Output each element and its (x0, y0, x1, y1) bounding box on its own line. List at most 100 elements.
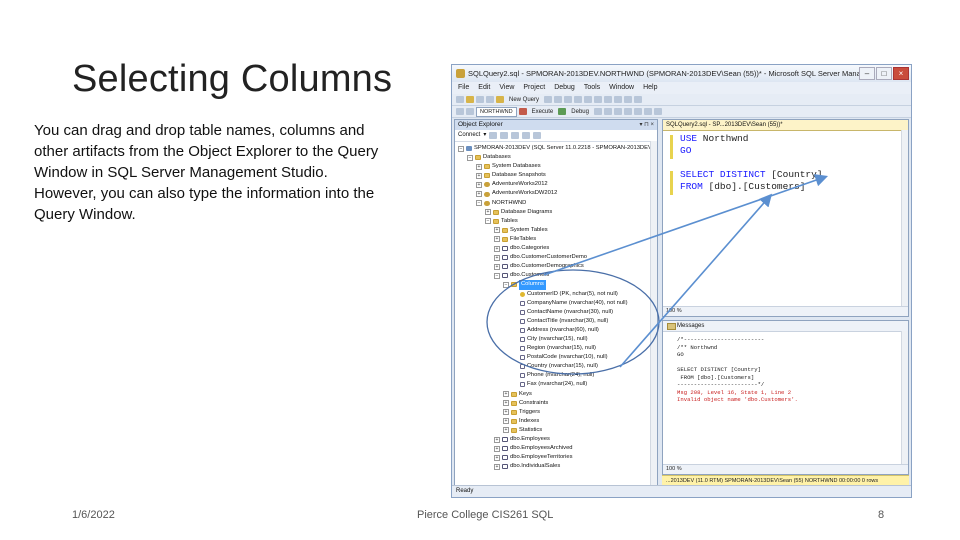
toolbar-icon-a[interactable] (594, 96, 603, 103)
tree-node[interactable]: + dbo.Categories (455, 244, 657, 253)
tree-node[interactable]: − dbo.Customers (455, 271, 657, 280)
editor-scrollbar[interactable] (901, 130, 908, 307)
collapse-icon[interactable]: − (503, 281, 509, 288)
expand-icon[interactable]: + (494, 463, 500, 470)
connect-icon[interactable] (456, 108, 464, 115)
new-project-icon[interactable] (456, 96, 464, 103)
tree-node[interactable]: + dbo.Employees (455, 435, 657, 444)
tree-node[interactable]: + Database Diagrams (455, 208, 657, 217)
tree-node[interactable]: + Statistics (455, 426, 657, 435)
expand-icon[interactable]: + (503, 391, 509, 398)
display-plan-icon[interactable] (603, 108, 612, 115)
copy-icon[interactable] (554, 96, 563, 103)
collapse-icon[interactable]: − (494, 272, 500, 279)
database-selector[interactable]: NORTHWND (476, 106, 517, 117)
chevron-down-icon[interactable]: ▾ (483, 130, 486, 141)
tree-node[interactable]: ContactName (nvarchar(30), null) (455, 308, 657, 317)
tree-node[interactable]: ContactTitle (nvarchar(30), null) (455, 317, 657, 326)
collapse-icon[interactable]: − (458, 145, 464, 152)
tree-node[interactable]: Country (nvarchar(15), null) (455, 362, 657, 371)
tree-node[interactable]: CustomerID (PK, nchar(5), not null) (455, 290, 657, 299)
messages-tab[interactable]: Messages (663, 321, 908, 332)
expand-icon[interactable]: + (476, 163, 482, 170)
tree-scrollbar[interactable] (650, 141, 657, 485)
expand-icon[interactable]: + (476, 172, 482, 179)
expand-icon[interactable]: + (494, 454, 500, 461)
expand-icon[interactable]: + (476, 181, 482, 188)
parse-icon[interactable] (593, 108, 602, 115)
minimize-button[interactable]: – (859, 67, 875, 80)
menu-item-view[interactable]: View (499, 82, 514, 94)
debug-button[interactable]: Debug (571, 109, 589, 115)
toolbar-icon-d[interactable] (624, 96, 633, 103)
tree-node[interactable]: + System Tables (455, 226, 657, 235)
execute-button[interactable]: Execute (532, 109, 554, 115)
tree-node[interactable]: + dbo.CustomerCustomerDemo (455, 253, 657, 262)
tree-node[interactable]: Address (nvarchar(60), null) (455, 326, 657, 335)
save-all-icon[interactable] (486, 96, 494, 103)
cut-icon[interactable] (544, 96, 553, 103)
collapse-icon[interactable]: − (476, 200, 482, 207)
query-tab[interactable]: SQLQuery2.sql - SP...2013DEV\Sean (55))* (663, 120, 908, 131)
redo-icon[interactable] (584, 96, 593, 103)
expand-icon[interactable]: + (494, 436, 500, 443)
menu-item-window[interactable]: Window (609, 82, 634, 94)
tree-node[interactable]: Phone (nvarchar(24), null) (455, 371, 657, 380)
toolbar-icon-b[interactable] (604, 96, 613, 103)
expand-icon[interactable]: + (494, 245, 500, 252)
connect-dropdown[interactable]: Connect (458, 130, 480, 141)
tree-node[interactable]: + dbo.IndividualSales (455, 462, 657, 471)
change-connection-icon[interactable] (466, 108, 474, 115)
menu-item-help[interactable]: Help (643, 82, 657, 94)
close-button[interactable]: × (893, 67, 909, 80)
tree-node[interactable]: + Indexes (455, 417, 657, 426)
tree-node[interactable]: + dbo.CustomerDemographics (455, 262, 657, 271)
tree-node[interactable]: − SPMORAN-2013DEV (SQL Server 11.0.2218 -… (455, 144, 657, 153)
debug-icon[interactable] (558, 108, 567, 115)
results-grid-icon[interactable] (613, 108, 622, 115)
tree-node[interactable]: + Keys (455, 390, 657, 399)
toolbar-icon-c[interactable] (614, 96, 623, 103)
tree-node[interactable]: City (nvarchar(15), null) (455, 335, 657, 344)
menu-item-project[interactable]: Project (523, 82, 545, 94)
menu-item-tools[interactable]: Tools (584, 82, 600, 94)
undo-icon[interactable] (574, 96, 583, 103)
expand-icon[interactable]: + (494, 227, 500, 234)
expand-icon[interactable]: + (503, 400, 509, 407)
tree-node[interactable]: + dbo.EmployeeTerritories (455, 453, 657, 462)
tree-node[interactable]: Fax (nvarchar(24), null) (455, 380, 657, 389)
tree-node[interactable]: − NORTHWND (455, 199, 657, 208)
new-query-icon[interactable] (496, 96, 504, 103)
collapse-icon[interactable]: − (467, 154, 473, 161)
expand-icon[interactable]: + (494, 236, 500, 243)
editor-zoom[interactable]: 100 % (663, 306, 908, 316)
expand-icon[interactable]: + (476, 191, 482, 198)
menu-item-debug[interactable]: Debug (554, 82, 575, 94)
expand-icon[interactable]: + (503, 427, 509, 434)
pin-icon[interactable]: ▾ ⊓ × (639, 120, 654, 130)
stop-icon[interactable] (511, 132, 520, 139)
tree-node[interactable]: + FileTables (455, 235, 657, 244)
uncomment-icon[interactable] (643, 108, 652, 115)
expand-icon[interactable]: + (485, 209, 491, 216)
query-text[interactable]: USE Northwnd GO SELECT DISTINCT [Country… (663, 131, 908, 195)
tree-node[interactable]: + AdventureWorksDW2012 (455, 189, 657, 198)
disconnect-icon[interactable] (500, 132, 509, 139)
save-icon[interactable] (476, 96, 484, 103)
comment-icon[interactable] (633, 108, 642, 115)
execute-icon[interactable] (518, 108, 527, 115)
tree-node[interactable]: CompanyName (nvarchar(40), not null) (455, 299, 657, 308)
tree-node[interactable]: + AdventureWorks2012 (455, 180, 657, 189)
expand-icon[interactable]: + (503, 409, 509, 416)
refresh-icon[interactable] (533, 132, 542, 139)
tree-node[interactable]: − Tables (455, 217, 657, 226)
results-text-icon[interactable] (623, 108, 632, 115)
indent-icon[interactable] (653, 108, 662, 115)
tree-node[interactable]: − Databases (455, 153, 657, 162)
maximize-button[interactable]: □ (876, 67, 892, 80)
filter-icon[interactable] (522, 132, 531, 139)
expand-icon[interactable]: + (494, 263, 500, 270)
new-query-button[interactable]: New Query (509, 97, 539, 103)
paste-icon[interactable] (564, 96, 573, 103)
expand-icon[interactable]: + (494, 445, 500, 452)
